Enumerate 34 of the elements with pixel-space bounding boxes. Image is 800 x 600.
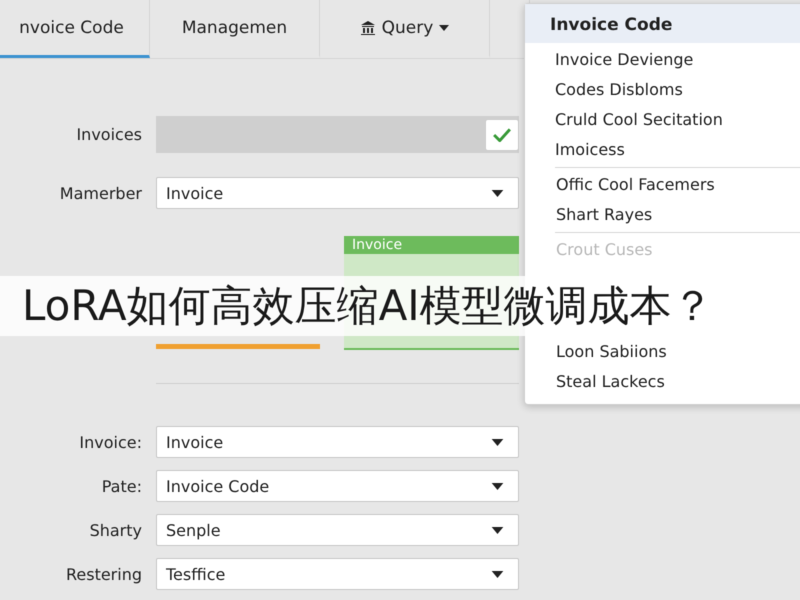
tab[interactable]: Query (320, 0, 490, 58)
bank-icon (360, 20, 376, 36)
field-label: Sharty (88, 520, 142, 540)
select-field[interactable]: Invoice (156, 426, 519, 458)
menu-item[interactable]: Offic Cool Facemers (555, 170, 800, 200)
menu-item[interactable]: Steal Lackecs (555, 367, 800, 397)
caret-icon (491, 190, 504, 196)
select-field[interactable]: Senple (156, 514, 519, 546)
caret-icon (491, 438, 504, 446)
field-label: Pate: (100, 476, 142, 496)
field-label: Restering (64, 564, 142, 584)
select-field[interactable]: Tesffice (156, 558, 519, 590)
menu-header[interactable]: Invoice Code (525, 4, 800, 43)
caret-icon (491, 570, 504, 578)
banner-title: LoRA如何高效压缩AI模型微调成本？ (22, 280, 714, 332)
tab[interactable]: Managemen (150, 0, 320, 58)
field-label: Invoice: (78, 432, 142, 452)
field-label: Invoices (75, 125, 142, 144)
panel-header: Invoice (352, 237, 402, 253)
menu-item[interactable]: Loon Sabiions (555, 337, 800, 367)
checkbox[interactable] (485, 118, 519, 150)
caret-icon (491, 526, 504, 534)
menu-item[interactable]: Codes Disbloms (525, 75, 800, 105)
tab[interactable]: nvoice Code (0, 0, 150, 58)
check-icon (493, 128, 511, 142)
field-label: Mamerber (58, 184, 142, 202)
caret-icon (491, 482, 504, 490)
caret-icon (439, 24, 450, 30)
select-field[interactable]: Invoice Code (156, 470, 519, 502)
menu-item[interactable]: Imoicess (525, 135, 800, 165)
menu-item[interactable]: Cruld Cool Secitation (525, 105, 800, 135)
menu-item[interactable]: Invoice Devienge (525, 45, 800, 75)
menu-item[interactable]: Shart Rayes (555, 200, 800, 230)
select-field[interactable]: Invoice (156, 177, 519, 209)
